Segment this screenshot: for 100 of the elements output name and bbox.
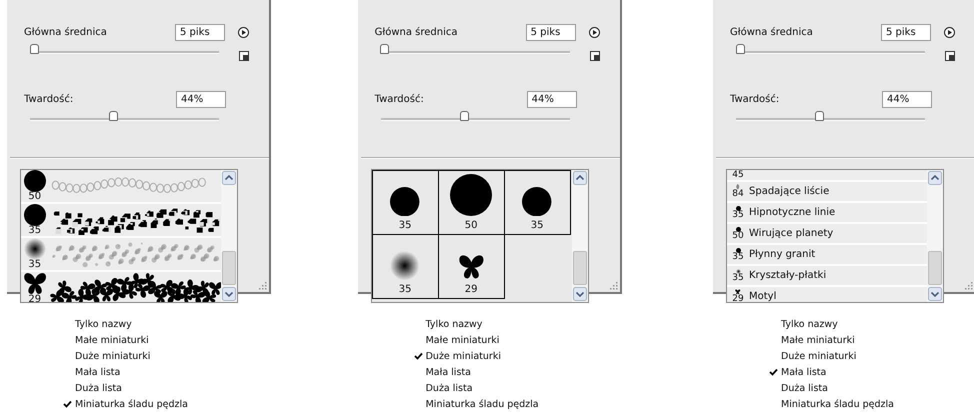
brush-size: 50: [28, 192, 42, 202]
butterfly-icon: [458, 253, 484, 280]
menu-item[interactable]: Duża lista: [414, 380, 473, 396]
hardness-label: Twardość:: [374, 94, 424, 105]
hardness-label: Twardość:: [730, 94, 780, 105]
brush-size: 35: [28, 226, 42, 236]
brush-size: 35: [398, 285, 412, 295]
brush-item[interactable]: 35: [21, 238, 221, 272]
scrollbar[interactable]: [221, 170, 237, 302]
slider-thumb[interactable]: [109, 111, 118, 121]
diameter-field[interactable]: 5 piks: [175, 24, 225, 41]
leaf-icon: [735, 184, 741, 190]
brush-item[interactable]: 35 Kryształy-płatki: [727, 266, 927, 287]
brush-size: 35: [28, 260, 42, 270]
butterfly-icon: [22, 270, 47, 296]
brush-size: 35: [732, 210, 744, 220]
brush-size: 29: [464, 285, 478, 295]
scroll-up-button[interactable]: [928, 171, 942, 185]
brush-size: 35: [398, 221, 412, 231]
soft-brush-icon: [736, 268, 740, 274]
diameter-field[interactable]: 5 piks: [526, 24, 576, 41]
new-preset-icon[interactable]: [239, 51, 249, 61]
slider-thumb[interactable]: [460, 111, 469, 121]
menu-item[interactable]: Mała lista: [769, 364, 826, 380]
brush-size: 35: [732, 252, 744, 262]
scrollbar[interactable]: [927, 170, 943, 302]
brush-size: 50: [732, 232, 744, 240]
brush-item[interactable]: 35: [372, 170, 439, 235]
scroll-thumb[interactable]: [572, 251, 587, 285]
hardness-slider[interactable]: [30, 110, 219, 121]
slider-thumb[interactable]: [736, 44, 745, 54]
new-preset-icon[interactable]: [945, 51, 955, 61]
brush-name: Kryształy-płatki: [749, 270, 826, 281]
hardness-slider[interactable]: [736, 110, 925, 121]
menu-item[interactable]: Miniaturka śladu pędzla: [414, 396, 539, 412]
resize-grip-icon[interactable]: [257, 280, 267, 290]
menu-item[interactable]: Duże miniaturki: [414, 348, 501, 364]
round-brush-icon: [736, 226, 740, 232]
diameter-field[interactable]: 5 piks: [881, 24, 931, 41]
diameter-slider[interactable]: [30, 43, 219, 54]
menu-item[interactable]: Duże miniaturki: [769, 348, 856, 364]
scroll-up-button[interactable]: [572, 171, 587, 185]
brush-item[interactable]: 29 Motyl: [727, 287, 927, 302]
menu-item[interactable]: Mała lista: [63, 364, 120, 380]
slider-thumb[interactable]: [30, 44, 39, 54]
menu-item[interactable]: Tylko nazwy: [63, 316, 132, 332]
round-brush-icon: [390, 186, 420, 216]
soft-brush-icon: [390, 250, 420, 280]
resize-grip-icon[interactable]: [608, 280, 618, 290]
menu-item[interactable]: Duża lista: [769, 380, 828, 396]
menu-item[interactable]: Tylko nazwy: [769, 316, 838, 332]
scroll-up-button[interactable]: [222, 171, 236, 185]
scroll-thumb[interactable]: [928, 251, 942, 285]
slider-thumb[interactable]: [815, 111, 824, 121]
menu-item[interactable]: Mała lista: [414, 364, 471, 380]
brush-item[interactable]: 50 Wirujące planety: [727, 224, 927, 245]
brush-item[interactable]: 35: [21, 204, 221, 238]
menu-item[interactable]: Tylko nazwy: [414, 316, 482, 332]
brush-item[interactable]: 50: [21, 170, 221, 204]
butterfly-icon: [735, 289, 741, 295]
new-preset-icon[interactable]: [590, 51, 600, 61]
brush-item[interactable]: 35 Hipnotyczne linie: [727, 203, 927, 224]
diameter-slider[interactable]: [380, 43, 570, 54]
menu-item[interactable]: Małe miniaturki: [414, 332, 500, 348]
round-brush-icon: [450, 174, 492, 216]
scroll-down-button[interactable]: [222, 287, 236, 301]
brush-item[interactable]: 84 Spadające liście: [727, 182, 927, 203]
diameter-slider[interactable]: [736, 43, 925, 54]
round-brush-icon: [736, 248, 740, 252]
brush-item[interactable]: 35 Płynny granit: [727, 245, 927, 266]
scroll-thumb[interactable]: [222, 251, 236, 285]
scroll-down-button[interactable]: [572, 287, 587, 301]
diameter-label: Główna średnica: [730, 27, 813, 38]
brush-name: Hipnotyczne linie: [749, 207, 836, 218]
brush-name: Płynny granit: [749, 249, 816, 260]
menu-item[interactable]: Małe miniaturki: [769, 332, 855, 348]
menu-item[interactable]: Miniaturka śladu pędzla: [769, 396, 894, 412]
hardness-field[interactable]: 44%: [526, 91, 577, 108]
menu-item[interactable]: Duża lista: [63, 380, 122, 396]
brush-name: Motyl: [749, 291, 776, 302]
brush-item[interactable]: 35: [372, 234, 439, 299]
scrollbar[interactable]: [572, 170, 588, 302]
brush-name: Spadające liście: [749, 186, 830, 197]
slider-thumb[interactable]: [380, 44, 390, 54]
round-brush-icon: [24, 170, 46, 192]
hardness-field[interactable]: 44%: [882, 91, 932, 108]
diameter-label: Główna średnica: [374, 27, 458, 38]
brush-size: 35: [530, 221, 544, 231]
brush-item[interactable]: 45: [727, 170, 927, 182]
hardness-slider[interactable]: [380, 110, 570, 121]
scroll-down-button[interactable]: [928, 287, 942, 301]
hardness-label: Twardość:: [24, 94, 74, 105]
resize-grip-icon[interactable]: [963, 280, 973, 290]
menu-item[interactable]: Miniaturka śladu pędzla: [63, 396, 188, 412]
brush-item[interactable]: 35: [504, 170, 571, 235]
menu-item[interactable]: Małe miniaturki: [63, 332, 149, 348]
brush-item[interactable]: 29: [438, 234, 505, 299]
hardness-field[interactable]: 44%: [176, 91, 226, 108]
menu-item[interactable]: Duże miniaturki: [63, 348, 150, 364]
brush-item[interactable]: 29: [21, 272, 221, 302]
